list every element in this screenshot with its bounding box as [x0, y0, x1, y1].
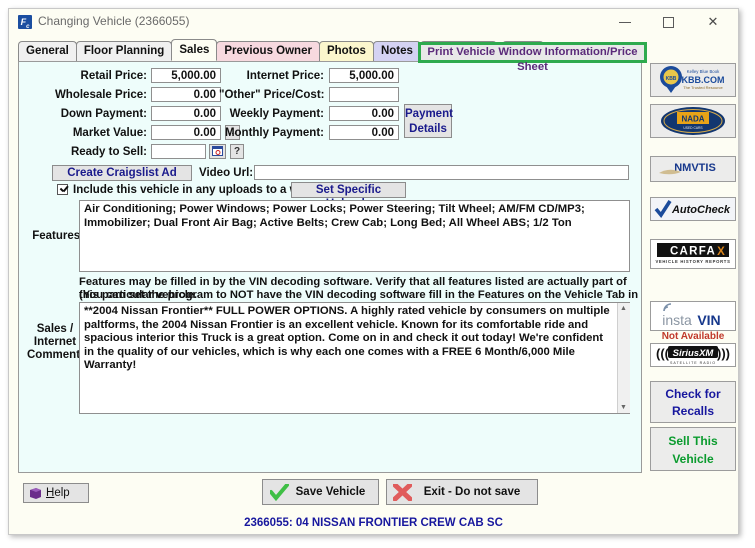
tab-general[interactable]: General [18, 41, 77, 61]
sales-comments-label-line2: Internet [33, 336, 77, 348]
check-recalls-line1: Check for [665, 387, 721, 401]
internet-price-input[interactable]: 5,000.00 [329, 68, 399, 83]
app-icon: Fc [18, 15, 32, 30]
scroll-down-icon[interactable]: ▼ [618, 402, 629, 413]
sell-vehicle-line2: Vehicle [672, 452, 714, 466]
svg-text:SATELLITE RADIO: SATELLITE RADIO [670, 361, 716, 365]
status-bar-vehicle-id: 2366055: 04 NISSAN FRONTIER CREW CAB SC [244, 517, 503, 529]
svg-text:X: X [717, 246, 725, 258]
features-textarea[interactable]: Air Conditioning; Power Windows; Power L… [79, 200, 630, 272]
payment-details-line2: Details [409, 123, 447, 135]
market-value-input[interactable]: 0.00 [151, 125, 221, 140]
svg-text:(((: ((( [656, 346, 670, 361]
maximize-icon[interactable] [648, 9, 690, 35]
svg-text:VIN: VIN [697, 312, 720, 328]
wholesale-price-input[interactable]: 0.00 [151, 87, 221, 102]
ready-to-sell-label: Ready to Sell: [70, 146, 147, 158]
svg-text:USED CARS: USED CARS [683, 126, 703, 130]
svg-text:VEHICLE HISTORY REPORTS: VEHICLE HISTORY REPORTS [655, 259, 730, 264]
exit-label: Exit - Do not save [423, 486, 521, 498]
ready-to-sell-input[interactable] [151, 144, 206, 159]
svg-text:insta: insta [662, 312, 692, 328]
print-window-sticker-tooltip[interactable]: Print Vehicle Window Information/Price S… [418, 42, 647, 73]
scroll-up-icon[interactable]: ▲ [618, 303, 629, 314]
check-recalls-line2: Recalls [671, 404, 715, 418]
calendar-icon[interactable] [209, 144, 226, 159]
autocheck-logo-button[interactable]: AutoCheck [650, 197, 736, 221]
tab-photos[interactable]: Photos [318, 41, 374, 61]
nmvtis-logo-button[interactable]: NMVTIS [650, 156, 736, 182]
tab-floor-planning[interactable]: Floor Planning [75, 41, 173, 61]
set-specific-uploads-button[interactable]: Set Specific Uploads [291, 182, 406, 210]
title-bar: Fc Changing Vehicle (2366055) ✕ [9, 9, 738, 36]
create-craigslist-ad-button[interactable]: Create Craigslist Ad [52, 165, 192, 181]
svg-text:SiriusXM: SiriusXM [673, 348, 715, 359]
down-payment-input[interactable]: 0.00 [151, 106, 221, 121]
wholesale-price-label: Wholesale Price: [54, 89, 147, 101]
exit-do-not-save-button[interactable]: Exit - Do not save [386, 479, 538, 505]
save-vehicle-button[interactable]: Save Vehicle [262, 479, 379, 505]
sales-comments-label: Sales / Internet Comments: [27, 323, 90, 362]
tab-notes[interactable]: Notes [372, 41, 421, 61]
other-price-cost-label: "Other" Price/Cost: [219, 89, 325, 101]
sales-comments-textarea[interactable]: **2004 Nissan Frontier** FULL POWER OPTI… [79, 302, 630, 414]
kbb-logo-button[interactable]: KBB Kelley Blue Book KBB.COM The Trusted… [650, 63, 736, 97]
weekly-payment-input[interactable]: 0.00 [329, 106, 399, 121]
sales-tab-panel: Retail Price: Wholesale Price: Down Paym… [18, 61, 642, 473]
ready-to-sell-help-button[interactable]: ? [230, 144, 244, 159]
svg-text:KBB.COM: KBB.COM [682, 75, 725, 85]
other-price-cost-input[interactable] [329, 87, 399, 102]
minimize-icon[interactable] [604, 9, 646, 35]
svg-text:CARFA: CARFA [670, 246, 716, 258]
svg-text:NADA: NADA [681, 115, 704, 124]
payment-details-line1: Payment [405, 108, 453, 120]
instavin-not-available-label: Not Available [661, 331, 725, 342]
market-value-label: Market Value: [72, 127, 147, 139]
video-url-label: Video Url: [199, 167, 254, 179]
instavin-logo-button[interactable]: insta VIN [650, 301, 736, 331]
monthly-payment-label: Monthly Payment: [224, 127, 324, 139]
include-in-uploads-checkbox[interactable] [57, 184, 68, 195]
tab-sales[interactable]: Sales [171, 39, 218, 61]
down-payment-label: Down Payment: [60, 108, 147, 120]
svg-text:The Trusted Resource: The Trusted Resource [683, 85, 723, 90]
monthly-payment-input[interactable]: 0.00 [329, 125, 399, 140]
sell-vehicle-line1: Sell This [668, 434, 718, 448]
nada-logo-button[interactable]: NADA USED CARS [650, 104, 736, 138]
sales-comments-label-line1: Sales / [36, 323, 74, 335]
payment-details-button[interactable]: Payment Details [404, 104, 453, 138]
tab-previous-owner[interactable]: Previous Owner [216, 41, 320, 61]
svg-text:Kelley Blue Book: Kelley Blue Book [687, 69, 720, 74]
carfax-logo-button[interactable]: CARFA X VEHICLE HISTORY REPORTS [650, 239, 736, 269]
retail-price-label: Retail Price: [80, 70, 147, 82]
help-button[interactable]: Help [23, 483, 89, 503]
svg-text:AutoCheck: AutoCheck [671, 204, 731, 216]
sell-this-vehicle-button[interactable]: Sell This Vehicle [650, 427, 736, 471]
siriusxm-logo-button[interactable]: ((( SiriusXM ))) SATELLITE RADIO [650, 343, 736, 367]
help-label: elp [54, 487, 70, 499]
svg-text:))): ))) [717, 346, 730, 361]
retail-price-input[interactable]: 5,000.00 [151, 68, 221, 83]
internet-price-label: Internet Price: [246, 70, 324, 82]
sales-comments-scrollbar[interactable]: ▲ ▼ [617, 303, 630, 413]
check-for-recalls-button[interactable]: Check for Recalls [650, 381, 736, 423]
window-title: Changing Vehicle (2366055) [38, 14, 190, 28]
close-icon[interactable]: ✕ [692, 9, 734, 35]
video-url-input[interactable] [254, 165, 629, 180]
save-vehicle-label: Save Vehicle [295, 486, 366, 498]
changing-vehicle-window: Fc Changing Vehicle (2366055) ✕ General … [8, 8, 739, 535]
svg-text:KBB: KBB [666, 76, 677, 82]
features-label: Features: [32, 230, 84, 242]
weekly-payment-label: Weekly Payment: [229, 108, 324, 120]
vehicle-services-sidebar: KBB Kelley Blue Book KBB.COM The Trusted… [649, 45, 739, 485]
